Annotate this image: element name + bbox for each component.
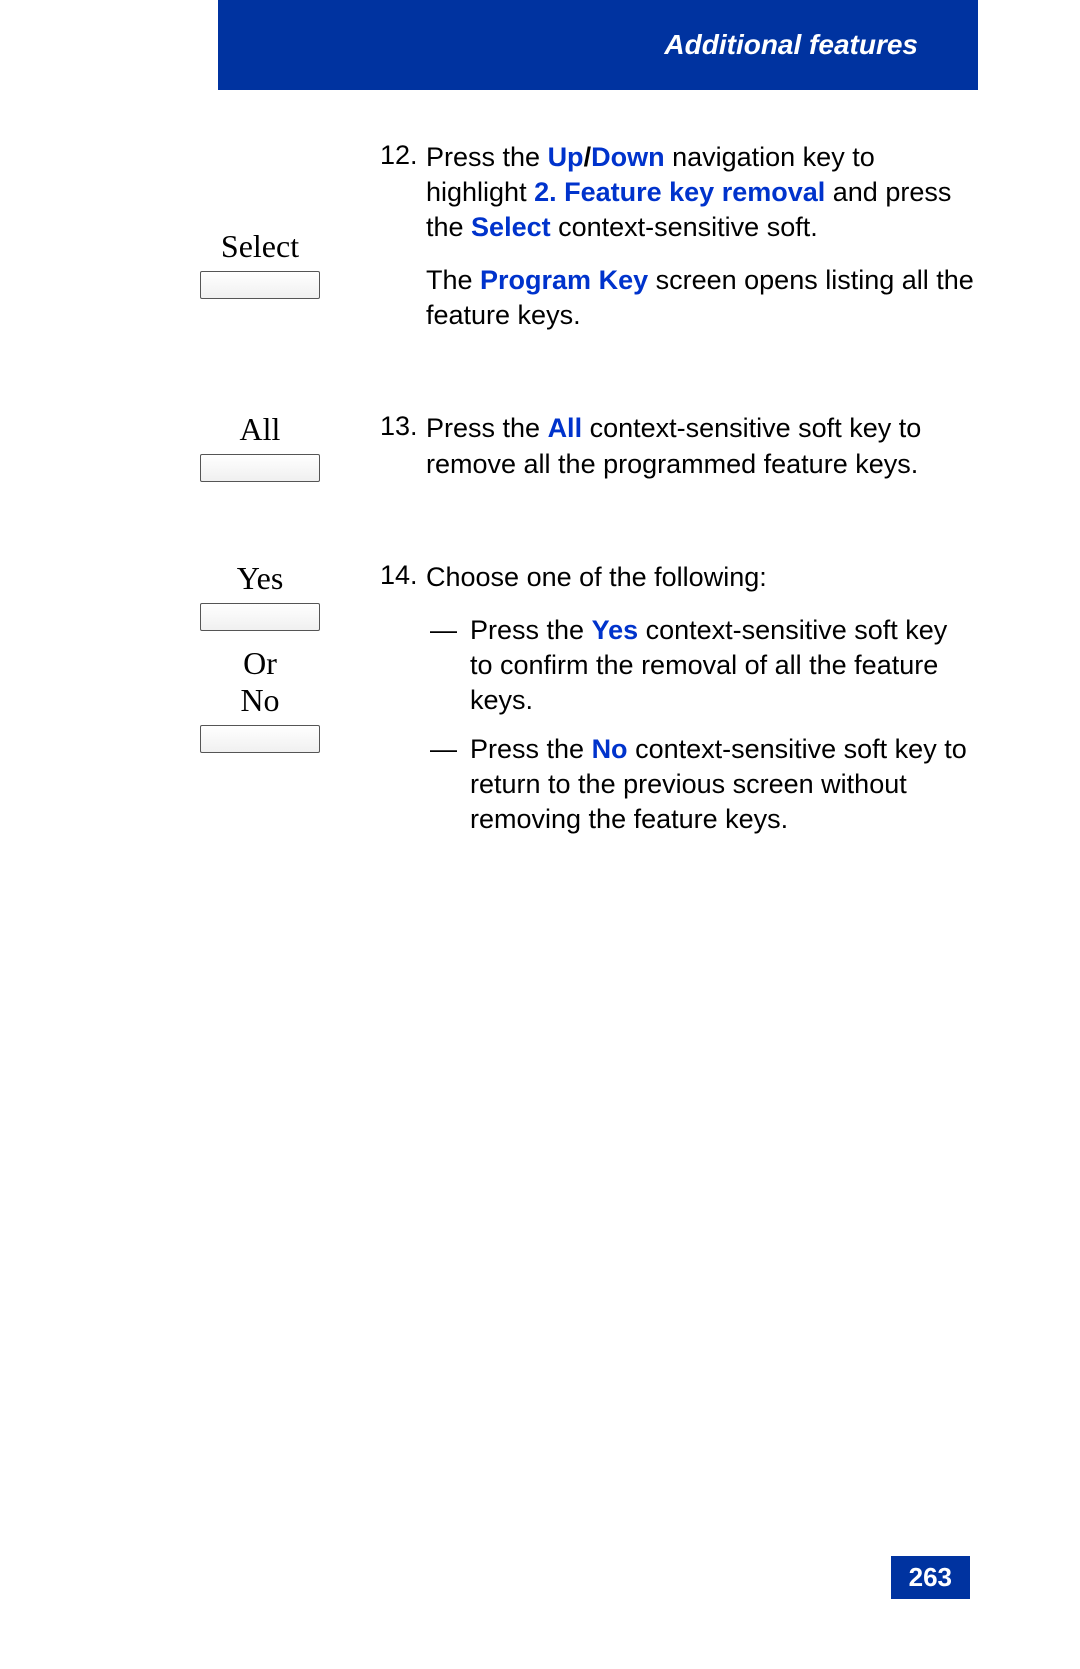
no-keyword: No — [592, 734, 628, 764]
or-label: Or — [243, 645, 277, 682]
down-keyword: Down — [591, 142, 665, 172]
page-number: 263 — [891, 1556, 970, 1599]
step-12-item: 12. Press the Up/Down navigation key to … — [380, 140, 975, 351]
content-area: Select 12. Press the Up/Down navigation … — [160, 140, 975, 911]
step-12-number: 12. — [380, 140, 426, 351]
step-13-key-column: All — [160, 411, 360, 519]
step-13-item: 13. Press the All context-sensitive soft… — [380, 411, 975, 499]
yes-keyword: Yes — [592, 615, 639, 645]
step-12-para-2: The Program Key screen opens listing all… — [426, 263, 975, 333]
all-key-button[interactable] — [200, 454, 320, 482]
up-keyword: Up — [548, 142, 584, 172]
select-key-button[interactable] — [200, 271, 320, 299]
yes-key-label: Yes — [237, 560, 284, 597]
step-14-intro: Choose one of the following: — [426, 560, 975, 595]
step-12-para-1: Press the Up/Down navigation key to high… — [426, 140, 975, 245]
step-14-text-column: 14. Choose one of the following: — Press… — [360, 560, 975, 872]
step-13-text-column: 13. Press the All context-sensitive soft… — [360, 411, 975, 519]
step-14-text: Choose one of the following: — Press the… — [426, 560, 975, 852]
select-key-label: Select — [221, 228, 299, 265]
step-14-option-2: — Press the No context-sensitive soft ke… — [426, 732, 975, 837]
all-keyword: All — [548, 413, 583, 443]
step-12-row: Select 12. Press the Up/Down navigation … — [160, 140, 975, 371]
dash-icon: — — [426, 732, 470, 837]
yes-key-button[interactable] — [200, 603, 320, 631]
step-14-key-column: Yes Or No — [160, 560, 360, 872]
step-13-number: 13. — [380, 411, 426, 499]
step-14-option-1-text: Press the Yes context-sensitive soft key… — [470, 613, 975, 718]
step-14-option-2-text: Press the No context-sensitive soft key … — [470, 732, 975, 837]
all-key-label: All — [240, 411, 281, 448]
program-key-keyword: Program Key — [480, 265, 648, 295]
step-13-row: All 13. Press the All context-sensitive … — [160, 411, 975, 519]
step-14-number: 14. — [380, 560, 426, 852]
dash-icon: — — [426, 613, 470, 718]
header-bar: Additional features — [218, 0, 978, 90]
step-14-item: 14. Choose one of the following: — Press… — [380, 560, 975, 852]
select-keyword: Select — [471, 212, 551, 242]
step-12-key-column: Select — [160, 140, 360, 371]
step-14-row: Yes Or No 14. Choose one of the followin… — [160, 560, 975, 872]
step-14-option-1: — Press the Yes context-sensitive soft k… — [426, 613, 975, 718]
no-key-label: No — [240, 682, 279, 719]
step-13-para-1: Press the All context-sensitive soft key… — [426, 411, 975, 481]
header-title: Additional features — [664, 29, 918, 61]
step-12-text: Press the Up/Down navigation key to high… — [426, 140, 975, 351]
step-13-text: Press the All context-sensitive soft key… — [426, 411, 975, 499]
step-12-text-column: 12. Press the Up/Down navigation key to … — [360, 140, 975, 371]
no-key-button[interactable] — [200, 725, 320, 753]
feature-key-removal-keyword: 2. Feature key removal — [534, 177, 825, 207]
